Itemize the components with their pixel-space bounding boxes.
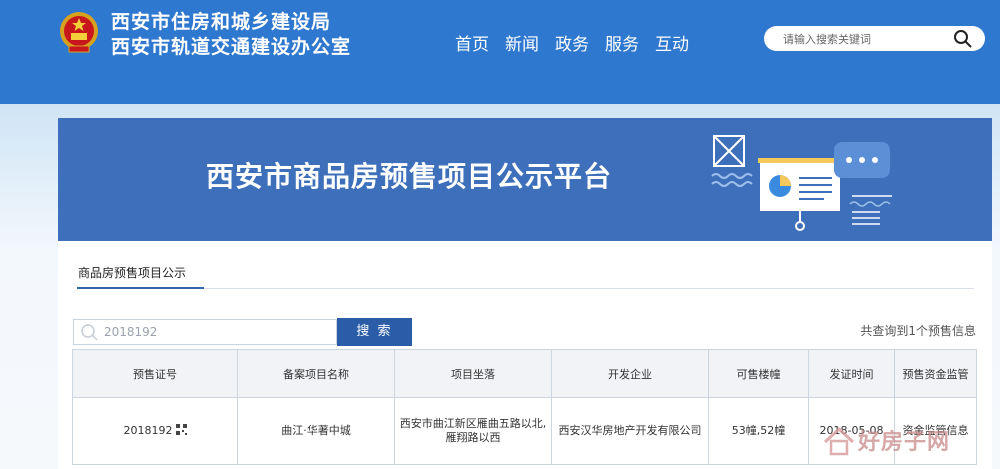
search-button[interactable]: 搜 索 [337, 318, 412, 346]
tab-divider [77, 288, 974, 289]
search-icon[interactable] [953, 29, 973, 49]
nav-interaction[interactable]: 互动 [655, 30, 689, 55]
cell-project[interactable]: 曲江·华著中城 [237, 397, 395, 465]
tab-presale-projects[interactable]: 商品房预售项目公示 [78, 264, 186, 281]
national-emblem-icon [60, 12, 98, 53]
header-project: 备案项目名称 [237, 349, 395, 398]
header-developer: 开发企业 [551, 349, 709, 398]
cert-no-text: 2018192 [123, 424, 173, 437]
site-search-placeholder: 请输入搜索关键词 [783, 33, 871, 46]
nav-home[interactable]: 首页 [455, 30, 489, 55]
header-buildings: 可售楼幢 [708, 349, 809, 398]
header-cert-no: 预售证号 [72, 349, 238, 398]
search-icon [81, 324, 98, 341]
table-header-row: 预售证号 备案项目名称 项目坐落 开发企业 可售楼幢 发证时间 预售资金监管 [72, 349, 977, 398]
qr-code-icon[interactable] [175, 424, 187, 435]
watermark-house-icon [823, 426, 855, 456]
cell-buildings[interactable]: 53幢,52幢 [708, 397, 809, 465]
org-name-line2: 西安市轨道交通建设办公室 [111, 36, 352, 58]
cell-cert-no: 2018192 [72, 397, 238, 465]
header-location: 项目坐落 [394, 349, 552, 398]
platform-banner: 西安市商品房预售项目公示平台 [58, 118, 992, 241]
presentation-illustration-icon [711, 135, 892, 231]
nav-government[interactable]: 政务 [555, 30, 589, 55]
org-name-line1: 西安市住房和城乡建设局 [111, 11, 332, 33]
org-name: 西安市住房和城乡建设局 西安市轨道交通建设办公室 [111, 10, 351, 60]
cell-developer: 西安汉华房地产开发有限公司 [551, 397, 709, 465]
result-count: 共查询到1个预售信息 [860, 324, 976, 338]
nav-news[interactable]: 新闻 [505, 30, 539, 55]
header-fund-supervision: 预售资金监管 [894, 349, 977, 398]
presale-search-value: 2018192 [104, 325, 158, 339]
banner-title: 西安市商品房预售项目公示平台 [206, 160, 613, 193]
watermark-text: 好房子网 [858, 429, 951, 455]
active-tab-indicator [77, 287, 204, 289]
presale-search-input[interactable]: 2018192 [73, 319, 337, 345]
main-nav: 首页 新闻 政务 服务 互动 [455, 30, 689, 55]
site-header: 西安市住房和城乡建设局 西安市轨道交通建设办公室 首页 新闻 政务 服务 互动 … [0, 0, 1000, 104]
cell-location: 西安市曲江新区雁曲五路以北,雁翔路以西 [394, 397, 552, 465]
header-issue-date: 发证时间 [808, 349, 895, 398]
nav-service[interactable]: 服务 [605, 30, 639, 55]
site-search-input[interactable]: 请输入搜索关键词 [764, 26, 985, 51]
